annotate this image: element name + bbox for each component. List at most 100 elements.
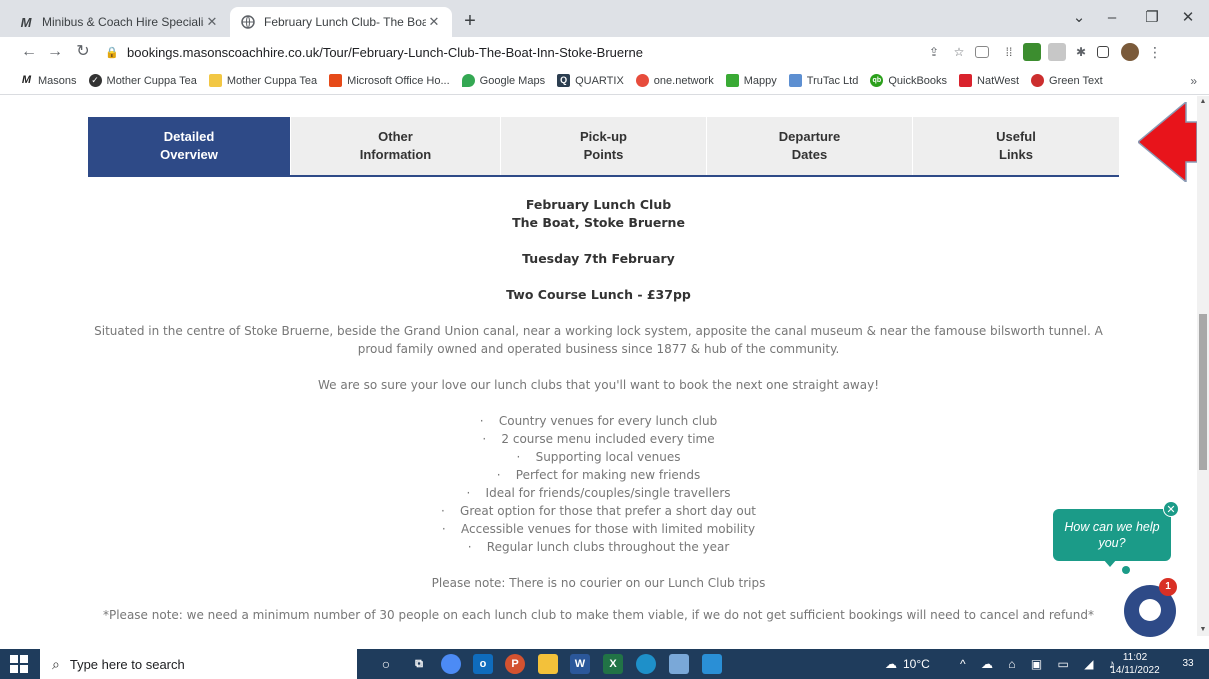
- bookmark-masons[interactable]: M Masons: [20, 74, 77, 87]
- cuppa-icon: ✓: [88, 74, 102, 87]
- task-view-icon[interactable]: ⧉: [409, 654, 429, 674]
- tour-price: Two Course Lunch - £37pp: [506, 287, 691, 302]
- list-item: · Regular lunch clubs throughout the yea…: [467, 540, 730, 554]
- minimize-button[interactable]: –: [1092, 6, 1132, 30]
- map-pin-icon: [461, 74, 475, 87]
- trutac-icon: [788, 74, 802, 87]
- browser-tab-title: February Lunch Club- The Boat In: [264, 15, 426, 29]
- tour-tagline: We are so sure your love our lunch clubs…: [318, 378, 879, 392]
- browser-tab-minibus[interactable]: M Minibus & Coach Hire Specialists ✕: [8, 7, 230, 37]
- extensions-puzzle-icon[interactable]: ✱: [1072, 43, 1090, 61]
- clock-date: 14/11/2022: [1110, 665, 1160, 676]
- tab-label: Detailed Overview: [160, 129, 218, 162]
- bookmark-quartix[interactable]: Q QUARTIX: [557, 74, 624, 87]
- close-icon[interactable]: ✕: [204, 14, 220, 30]
- bookmark-mappy[interactable]: Mappy: [725, 74, 777, 87]
- bookmark-one-network[interactable]: one.network: [635, 74, 714, 87]
- bookmark-label: Masons: [38, 74, 77, 87]
- bookmark-quickbooks[interactable]: qb QuickBooks: [870, 74, 947, 87]
- bookmark-label: Microsoft Office Ho...: [347, 74, 450, 87]
- reload-button[interactable]: ↻: [72, 41, 94, 63]
- chat-bubble-tail: [1103, 559, 1117, 567]
- forward-button[interactable]: →: [44, 41, 66, 63]
- cortana-icon[interactable]: ○: [376, 654, 396, 674]
- chrome-icon[interactable]: [441, 654, 461, 674]
- tab-departure-dates[interactable]: Departure Dates: [707, 117, 913, 175]
- restore-button[interactable]: ❐: [1132, 6, 1172, 30]
- notification-count: 33: [1182, 658, 1194, 669]
- bookmark-mother-cuppa-2[interactable]: Mother Cuppa Tea: [208, 74, 318, 87]
- masons-favicon-icon: M: [20, 14, 32, 30]
- back-button[interactable]: ←: [18, 41, 40, 63]
- tab-label: Departure Dates: [778, 129, 841, 162]
- bookmark-star-icon[interactable]: ☆: [950, 43, 968, 61]
- close-icon[interactable]: ✕: [426, 14, 442, 30]
- bookmark-label: NatWest: [977, 74, 1020, 87]
- bookmark-natwest[interactable]: NatWest: [959, 74, 1019, 87]
- scrollbar-thumb[interactable]: [1199, 314, 1207, 470]
- more-bookmarks-icon[interactable]: »: [1190, 74, 1197, 88]
- taskbar-clock[interactable]: 11:02 14/11/2022: [1105, 651, 1165, 677]
- chat-bubble-icon: [1139, 599, 1161, 621]
- system-tray-icons[interactable]: ^ ☁ ⌂ ▣ ▭ ◢ ♪: [960, 649, 1121, 679]
- extension-grey-icon[interactable]: [1048, 43, 1066, 61]
- bookmarks-bar: M Masons ✓ Mother Cuppa Tea Mother Cuppa…: [0, 67, 1209, 95]
- bookmark-mother-cuppa-1[interactable]: ✓ Mother Cuppa Tea: [88, 74, 197, 87]
- tab-label: Other Information: [359, 129, 432, 162]
- list-item: · 2 course menu included every time: [482, 432, 715, 446]
- extension-icon[interactable]: [975, 46, 989, 58]
- tab-useful-links[interactable]: Useful Links: [913, 117, 1119, 175]
- sidepanel-icon[interactable]: [1097, 46, 1109, 58]
- share-icon[interactable]: ⇪: [925, 43, 943, 61]
- windows-start-icon[interactable]: [10, 655, 28, 673]
- url-text: bookings.masonscoachhire.co.uk/Tour/Febr…: [127, 44, 643, 60]
- bookmark-google-maps[interactable]: Google Maps: [461, 74, 545, 87]
- excel-icon[interactable]: X: [603, 654, 623, 674]
- photos-icon[interactable]: [702, 654, 722, 674]
- bookmark-green-text[interactable]: Green Text: [1031, 74, 1103, 87]
- tab-other-information[interactable]: Other Information: [291, 117, 501, 175]
- tab-detailed-overview[interactable]: Detailed Overview: [88, 117, 291, 175]
- chat-prompt-bubble[interactable]: How can we help you?: [1053, 509, 1171, 561]
- new-tab-button[interactable]: +: [458, 10, 482, 32]
- file-explorer-icon[interactable]: [538, 654, 558, 674]
- tour-overview: February Lunch Club The Boat, Stoke Brue…: [0, 196, 1197, 624]
- extension-green-icon[interactable]: [1023, 43, 1041, 61]
- web-page: Detailed Overview Other Information Pick…: [0, 96, 1197, 636]
- globe-icon: [240, 14, 256, 30]
- bookmark-label: TruTac Ltd: [806, 74, 859, 87]
- outlook-icon[interactable]: o: [473, 654, 493, 674]
- profile-avatar[interactable]: [1121, 43, 1139, 61]
- page-scrollbar[interactable]: ▲ ▼: [1197, 96, 1209, 636]
- bookmark-label: Mother Cuppa Tea: [106, 74, 197, 87]
- app-icon[interactable]: [669, 654, 689, 674]
- address-bar[interactable]: 🔒 bookings.masonscoachhire.co.uk/Tour/Fe…: [105, 40, 665, 64]
- tab-pickup-points[interactable]: Pick-up Points: [501, 117, 707, 175]
- bookmark-label: Mother Cuppa Tea: [226, 74, 318, 87]
- masons-icon: M: [21, 74, 32, 86]
- scroll-down-icon[interactable]: ▼: [1197, 624, 1209, 636]
- weather-widget[interactable]: ☁ 10°C: [885, 649, 930, 679]
- word-icon[interactable]: W: [570, 654, 590, 674]
- feature-text: 2 course menu included every time: [501, 432, 715, 446]
- list-item: · Country venues for every lunch club: [479, 414, 718, 428]
- close-icon[interactable]: ✕: [1163, 501, 1179, 517]
- red-arrow-icon: [1138, 102, 1197, 182]
- bookmark-microsoft-office[interactable]: Microsoft Office Ho...: [329, 74, 450, 87]
- extension-bars-icon[interactable]: ⁞⁞: [1000, 43, 1018, 61]
- chat-prompt-text: How can we help you?: [1064, 520, 1160, 550]
- browser-tab-lunch-club[interactable]: February Lunch Club- The Boat In ✕: [230, 7, 452, 37]
- scroll-up-icon[interactable]: ▲: [1197, 96, 1209, 108]
- menu-kebab-icon[interactable]: ⋮: [1146, 43, 1164, 61]
- powerpoint-icon[interactable]: P: [505, 654, 525, 674]
- edge-icon[interactable]: [636, 654, 656, 674]
- feature-text: Country venues for every lunch club: [498, 414, 718, 428]
- feature-text: Accessible venues for those with limited…: [461, 522, 756, 536]
- taskbar-search-input[interactable]: ⌕ Type here to search: [40, 649, 357, 679]
- notifications-icon[interactable]: 33: [1178, 655, 1198, 673]
- tour-title: February Lunch Club: [525, 197, 672, 212]
- bookmark-trutac[interactable]: TruTac Ltd: [788, 74, 859, 87]
- close-window-button[interactable]: ✕: [1168, 6, 1208, 30]
- weather-temp: 10°C: [903, 657, 930, 671]
- bookmark-label: Green Text: [1049, 74, 1103, 87]
